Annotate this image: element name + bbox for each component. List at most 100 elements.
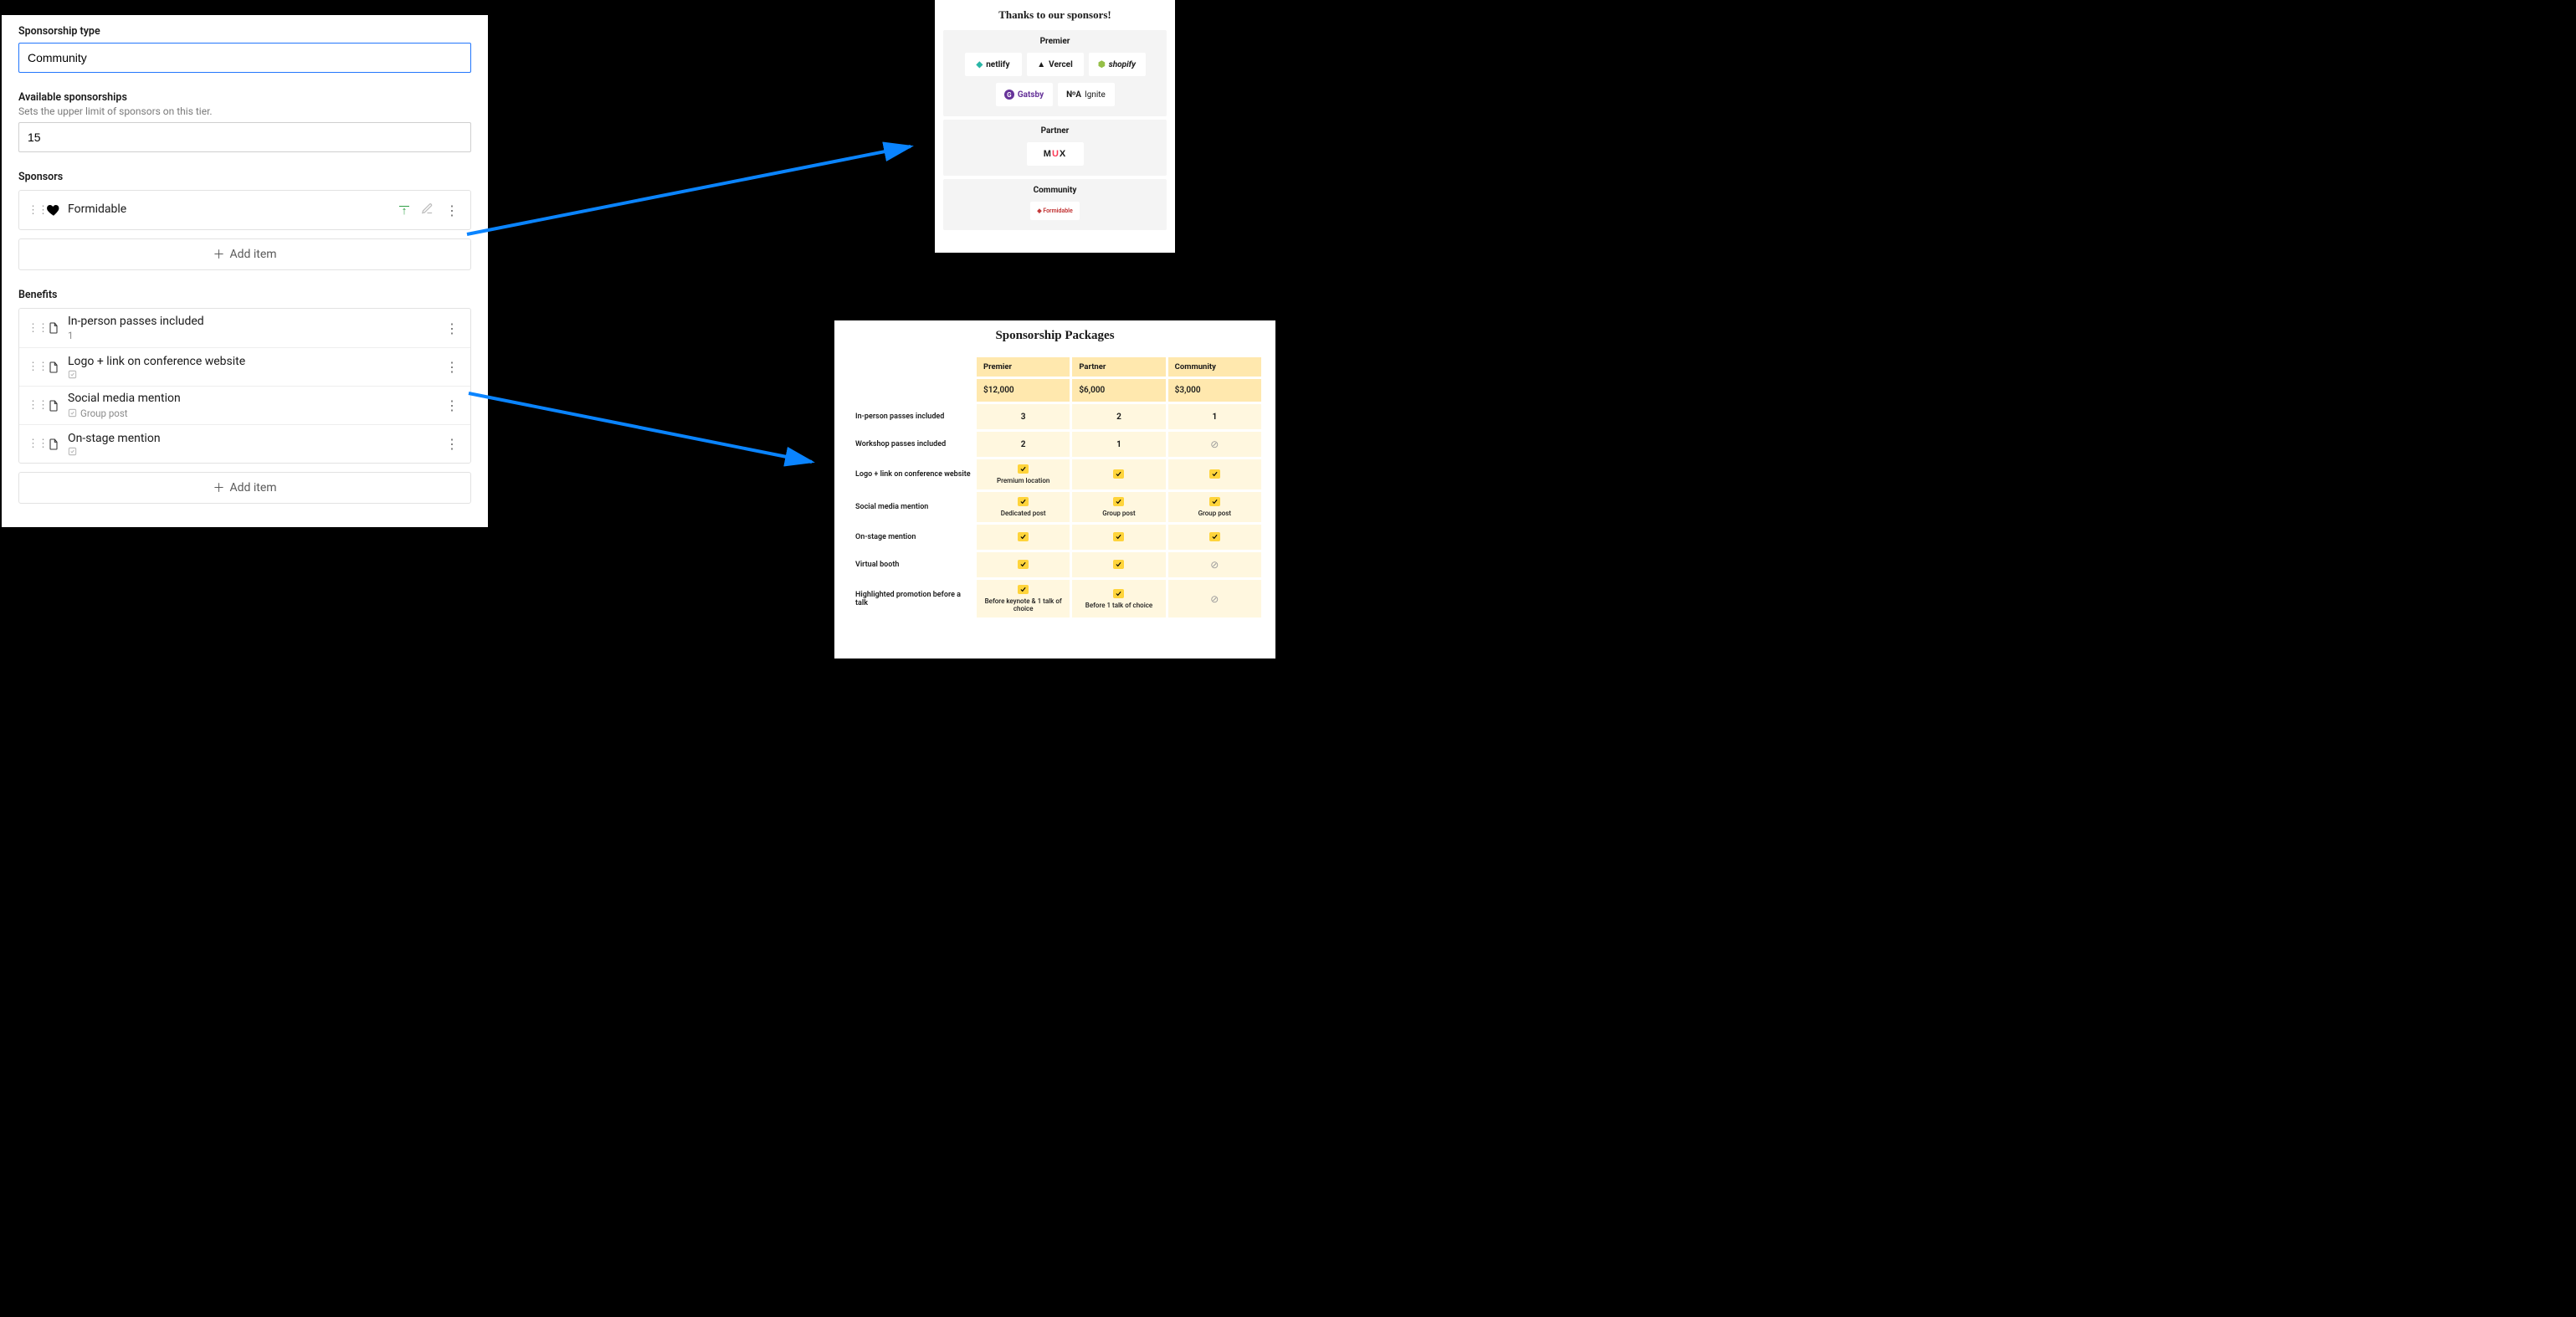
row-menu-icon[interactable]: ⋮ — [445, 397, 459, 413]
packages-table: PremierPartnerCommunity $12,000$6,000$3,0… — [846, 355, 1264, 620]
pkg-cell-value: 1 — [1212, 413, 1217, 422]
document-icon — [44, 397, 63, 414]
check-icon — [1018, 585, 1029, 594]
sponsor-logo: NᵒAIgnite — [1058, 83, 1115, 106]
tier-box: Premier ◆netlify▲Vercel⬢shopify GGatsbyNᵒA… — [943, 30, 1167, 116]
pkg-col-header: Partner — [1072, 357, 1165, 377]
add-benefit-button[interactable]: ＋ Add item — [18, 472, 471, 504]
check-icon — [1018, 532, 1029, 541]
sponsor-logo: MUX — [1027, 142, 1084, 166]
drag-handle-icon[interactable]: ⋮⋮ — [28, 399, 43, 412]
tier-name: Partner — [1041, 126, 1070, 136]
check-icon — [1113, 589, 1124, 598]
document-icon — [44, 436, 63, 453]
pkg-row-label: Workshop passes included — [849, 432, 974, 457]
pkg-price: $3,000 — [1168, 379, 1261, 402]
benefit-title: On-stage mention — [68, 432, 445, 447]
pkg-price: $6,000 — [1072, 379, 1165, 402]
check-icon — [1018, 497, 1029, 506]
benefit-title: Social media mention — [68, 392, 445, 407]
pkg-row-label: Virtual booth — [849, 552, 974, 577]
row-menu-icon[interactable]: ⋮ — [445, 202, 459, 218]
add-sponsor-button[interactable]: ＋ Add item — [18, 238, 471, 270]
not-available-icon: ⊘ — [1210, 559, 1219, 571]
plus-icon: ＋ — [213, 479, 224, 496]
benefit-row[interactable]: ⋮⋮ Logo + link on conference website⋮ — [19, 347, 470, 386]
packages-title: Sponsorship Packages — [846, 329, 1264, 343]
available-sponsorships-hint: Sets the upper limit of sponsors on this… — [18, 105, 471, 117]
check-icon — [1113, 469, 1124, 479]
document-icon — [44, 320, 63, 336]
check-icon — [1113, 497, 1124, 506]
pkg-row: Logo + link on conference website Premium… — [849, 459, 1261, 489]
sponsors-preview-title: Thanks to our sponsors! — [943, 8, 1167, 22]
available-sponsorships-input[interactable] — [18, 122, 471, 152]
sponsor-logo: GGatsby — [996, 83, 1053, 106]
add-benefit-label: Add item — [229, 481, 276, 495]
drag-handle-icon[interactable]: ⋮⋮ — [28, 361, 43, 373]
pkg-row-label: Highlighted promotion before a talk — [849, 580, 974, 618]
benefit-row[interactable]: ⋮⋮ On-stage mention⋮ — [19, 424, 470, 463]
sponsor-logo: ⬢shopify — [1089, 53, 1146, 76]
check-icon — [1018, 464, 1029, 474]
sponsorship-type-label: Sponsorship type — [18, 25, 471, 38]
pkg-col-header: Community — [1168, 357, 1261, 377]
publish-icon[interactable]: ↑ — [399, 206, 409, 215]
check-icon — [1209, 497, 1220, 506]
sponsor-logo: ▲Vercel — [1027, 53, 1084, 76]
sponsor-row[interactable]: ⋮⋮ Formidable ↑ ⋮ — [19, 191, 470, 229]
pkg-cell-sub: Premium location — [982, 477, 1065, 484]
pkg-col-header: Premier — [977, 357, 1070, 377]
pkg-row: Social media mention Dedicated post Group … — [849, 492, 1261, 522]
sponsors-preview-panel: Thanks to our sponsors! Premier ◆netlify▲… — [935, 0, 1175, 253]
check-icon — [1209, 469, 1220, 479]
heart-icon — [44, 202, 63, 218]
pkg-cell-sub: Before keynote & 1 talk of choice — [982, 597, 1065, 612]
pkg-cell-value: 2 — [1116, 413, 1121, 422]
available-sponsorships-label: Available sponsorships — [18, 91, 471, 104]
pkg-row: On-stage mention — [849, 525, 1261, 550]
pkg-row-label: Social media mention — [849, 492, 974, 522]
sponsors-label: Sponsors — [18, 171, 471, 183]
pkg-price: $12,000 — [977, 379, 1070, 402]
check-icon — [1209, 532, 1220, 541]
benefits-label: Benefits — [18, 289, 471, 301]
pkg-row-label: In-person passes included — [849, 404, 974, 429]
arrow-to-packages — [460, 385, 837, 485]
document-icon — [44, 359, 63, 376]
row-menu-icon[interactable]: ⋮ — [445, 320, 459, 336]
pkg-row: In-person passes included 3 2 1 — [849, 404, 1261, 429]
benefit-title: Logo + link on conference website — [68, 355, 445, 370]
sponsor-name: Formidable — [68, 202, 399, 218]
drag-handle-icon[interactable]: ⋮⋮ — [28, 322, 43, 335]
drag-handle-icon[interactable]: ⋮⋮ — [28, 204, 43, 217]
edit-icon[interactable] — [421, 202, 434, 218]
pkg-row: Virtual booth ⊘ — [849, 552, 1261, 577]
check-icon — [1113, 560, 1124, 569]
not-available-icon: ⊘ — [1210, 593, 1219, 605]
tier-box: Partner MUX — [943, 120, 1167, 176]
not-available-icon: ⊘ — [1210, 438, 1219, 450]
pkg-cell-sub: Before 1 talk of choice — [1077, 602, 1160, 609]
pkg-row-label: Logo + link on conference website — [849, 459, 974, 489]
pkg-row-label: On-stage mention — [849, 525, 974, 550]
check-icon — [1113, 532, 1124, 541]
tier-name: Community — [1034, 186, 1077, 195]
benefit-row[interactable]: ⋮⋮In-person passes included1⋮ — [19, 309, 470, 347]
row-menu-icon[interactable]: ⋮ — [445, 359, 459, 375]
sponsors-list: ⋮⋮ Formidable ↑ ⋮ — [18, 190, 471, 230]
tier-name: Premier — [1040, 37, 1070, 46]
benefit-title: In-person passes included — [68, 315, 445, 330]
pkg-cell-value: 1 — [1116, 440, 1121, 449]
pkg-cell-sub: Group post — [1173, 510, 1256, 517]
pkg-cell-value: 2 — [1021, 440, 1026, 449]
sponsor-logo: ◆netlify — [965, 53, 1022, 76]
benefits-list: ⋮⋮In-person passes included1⋮⋮⋮Logo + li… — [18, 308, 471, 464]
check-icon — [1018, 560, 1029, 569]
sponsorship-type-input[interactable] — [18, 43, 471, 73]
pkg-cell-value: 3 — [1021, 413, 1026, 422]
pkg-cell-sub: Dedicated post — [982, 510, 1065, 517]
row-menu-icon[interactable]: ⋮ — [445, 436, 459, 452]
benefit-row[interactable]: ⋮⋮Social media mention Group post⋮ — [19, 386, 470, 424]
drag-handle-icon[interactable]: ⋮⋮ — [28, 438, 43, 450]
